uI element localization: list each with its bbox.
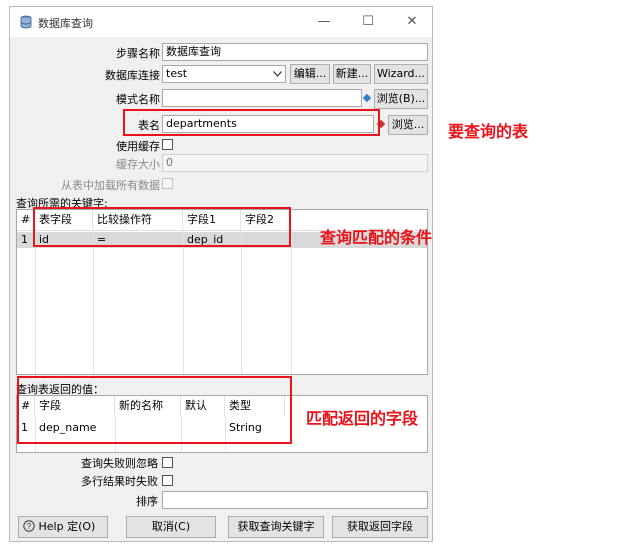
cancel-button[interactable]: 取消(C) <box>126 516 216 538</box>
use-cache-checkbox[interactable] <box>162 139 173 150</box>
table-name-highlight <box>123 109 380 136</box>
return-fields-highlight <box>17 376 292 444</box>
cache-size-label: 缓存大小 <box>116 158 160 171</box>
multi-fail-label: 多行结果时失败 <box>81 475 158 488</box>
chevron-down-icon <box>273 71 282 77</box>
help-label: Help <box>38 520 64 533</box>
ok-label: 定(O) <box>67 520 96 533</box>
column-divider <box>93 230 94 374</box>
load-all-label: 从表中加载所有数据 <box>61 179 160 192</box>
db-connection-select[interactable]: test <box>162 65 286 83</box>
lookup-dialog: 数据库查询 — ☐ ✕ 步骤名称 数据库查询 数据库连接 test 编辑... … <box>9 6 433 542</box>
fail-ignore-label: 查询失败则忽略 <box>81 457 158 470</box>
close-button[interactable]: ✕ <box>398 11 426 33</box>
order-label: 排序 <box>136 495 158 508</box>
browse-table-button[interactable]: 浏览... <box>388 115 428 135</box>
multi-fail-checkbox[interactable] <box>162 475 173 486</box>
get-keys-button[interactable]: 获取查询关键字 <box>228 516 324 538</box>
use-cache-label: 使用缓存 <box>116 140 160 153</box>
maximize-button[interactable]: ☐ <box>354 11 382 33</box>
edit-connection-button[interactable]: 编辑... <box>290 64 330 84</box>
step-name-input[interactable]: 数据库查询 <box>162 43 428 61</box>
step-name-label: 步骤名称 <box>116 47 160 60</box>
window-title: 数据库查询 <box>38 17 93 30</box>
fail-ignore-checkbox[interactable] <box>162 457 173 468</box>
table-annotation: 要查询的表 <box>448 122 529 141</box>
load-all-checkbox[interactable] <box>162 178 173 189</box>
column-divider <box>183 230 184 374</box>
svg-text:?: ? <box>27 522 32 531</box>
title-bar[interactable]: 数据库查询 — ☐ ✕ <box>10 7 432 37</box>
cache-size-input[interactable]: 0 <box>162 154 428 172</box>
db-connection-value: test <box>166 67 188 80</box>
column-divider <box>241 230 242 374</box>
get-fields-button[interactable]: 获取返回字段 <box>332 516 428 538</box>
minimize-button[interactable]: — <box>310 11 338 33</box>
schema-label: 模式名称 <box>116 93 160 106</box>
order-input[interactable] <box>162 491 428 509</box>
help-ok-button[interactable]: ? Help 定(O) <box>18 516 108 538</box>
db-connection-label: 数据库连接 <box>105 69 160 82</box>
help-icon: ? <box>23 520 35 532</box>
wizard-button[interactable]: Wizard... <box>374 64 428 84</box>
new-connection-button[interactable]: 新建... <box>333 64 371 84</box>
column-divider <box>35 230 36 374</box>
schema-input[interactable] <box>162 89 362 107</box>
condition-highlight <box>33 207 291 247</box>
column-divider <box>291 230 292 374</box>
database-icon <box>20 15 32 29</box>
return-annotation: 匹配返回的字段 <box>306 409 419 428</box>
variable-diamond-icon <box>362 93 372 103</box>
condition-annotation: 查询匹配的条件 <box>320 228 433 247</box>
browse-schema-button[interactable]: 浏览(B)... <box>374 89 428 109</box>
